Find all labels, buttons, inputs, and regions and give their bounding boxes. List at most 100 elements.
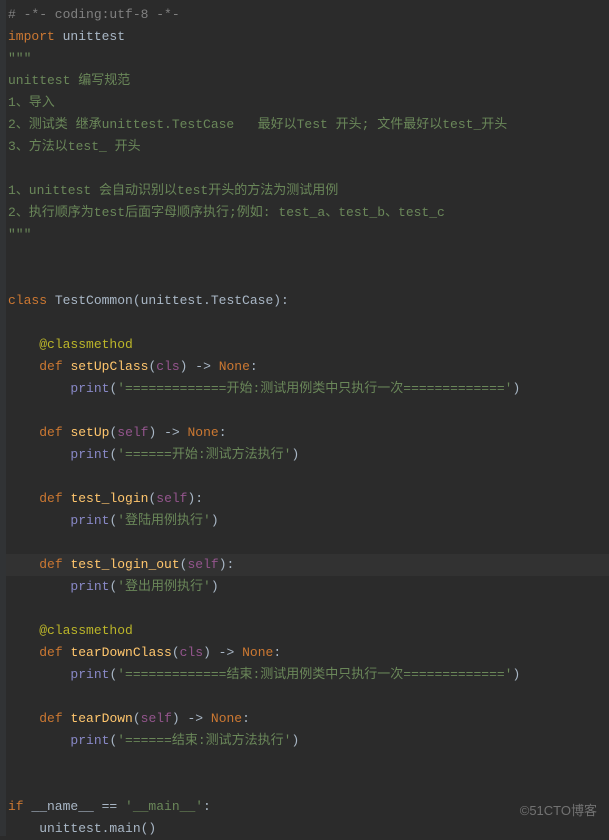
code-line[interactable]: class TestCommon(unittest.TestCase): [6, 290, 609, 312]
code-token: __name__ == [31, 799, 125, 814]
code-line[interactable] [6, 598, 609, 620]
code-token: None [211, 711, 242, 726]
code-token: cls [156, 359, 179, 374]
code-line[interactable]: def setUpClass(cls) -> None: [6, 356, 609, 378]
code-token: ): [187, 491, 203, 506]
code-token: def [39, 359, 70, 374]
code-token: def [39, 645, 70, 660]
code-token: test_login [70, 491, 148, 506]
code-token: ): [219, 557, 235, 572]
code-token: print [70, 579, 109, 594]
code-token: print [70, 447, 109, 462]
code-token: '=============结束:测试用例类中只执行一次============… [117, 667, 512, 682]
code-token: setUp [70, 425, 109, 440]
code-token: ) [211, 513, 219, 528]
code-line[interactable]: def tearDownClass(cls) -> None: [6, 642, 609, 664]
code-token: test_login_out [70, 557, 179, 572]
code-token: 3、方法以test_ 开头 [8, 139, 141, 154]
code-token: 1、导入 [8, 95, 55, 110]
code-token: setUpClass [70, 359, 148, 374]
code-line[interactable]: def test_login_out(self): [6, 554, 609, 576]
code-token: '======开始:测试方法执行' [117, 447, 291, 462]
code-line[interactable]: import unittest [6, 26, 609, 48]
code-line[interactable]: def tearDown(self) -> None: [6, 708, 609, 730]
code-token: """ [8, 227, 31, 242]
code-token: ) [211, 579, 219, 594]
code-token: def [39, 425, 70, 440]
code-line[interactable]: print('登陆用例执行') [6, 510, 609, 532]
code-token: ) [291, 733, 299, 748]
code-token: def [39, 557, 70, 572]
code-line[interactable] [6, 686, 609, 708]
code-token: print [70, 381, 109, 396]
code-token: '登陆用例执行' [117, 513, 211, 528]
code-token: : [250, 359, 258, 374]
code-token: 2、测试类 继承unittest.TestCase 最好以Test 开头; 文件… [8, 117, 507, 132]
code-line[interactable] [6, 400, 609, 422]
code-line[interactable] [6, 774, 609, 796]
code-token: None [242, 645, 273, 660]
code-line[interactable] [6, 312, 609, 334]
code-line[interactable]: unittest 编写规范 [6, 70, 609, 92]
code-token: # -*- coding:utf-8 -*- [8, 7, 180, 22]
code-token: cls [180, 645, 203, 660]
code-token: tearDown [70, 711, 132, 726]
code-line[interactable]: print('=============结束:测试用例类中只执行一次======… [6, 664, 609, 686]
code-editor[interactable]: # -*- coding:utf-8 -*- import unittest """… [6, 0, 609, 840]
code-line[interactable] [6, 752, 609, 774]
code-token: class [8, 293, 55, 308]
code-token: : [203, 799, 211, 814]
code-line[interactable]: unittest.main() [6, 818, 609, 840]
code-token: unittest.main() [39, 821, 156, 836]
code-token: ( [133, 711, 141, 726]
code-line[interactable]: print('======结束:测试方法执行') [6, 730, 609, 752]
code-token: ) [513, 381, 521, 396]
code-line[interactable]: @classmethod [6, 620, 609, 642]
code-line[interactable] [6, 532, 609, 554]
code-token: ) -> [203, 645, 242, 660]
code-token: None [188, 425, 219, 440]
code-line[interactable]: 3、方法以test_ 开头 [6, 136, 609, 158]
code-line[interactable]: 2、执行顺序为test后面字母顺序执行;例如: test_a、test_b、te… [6, 202, 609, 224]
code-line[interactable]: 1、unittest 会自动识别以test开头的方法为测试用例 [6, 180, 609, 202]
code-line[interactable] [6, 268, 609, 290]
code-line[interactable] [6, 466, 609, 488]
code-token: 2、执行顺序为test后面字母顺序执行;例如: test_a、test_b、te… [8, 205, 445, 220]
code-line[interactable]: print('======开始:测试方法执行') [6, 444, 609, 466]
code-token: None [219, 359, 250, 374]
code-line[interactable]: print('登出用例执行') [6, 576, 609, 598]
code-token: self [141, 711, 172, 726]
code-token: 1、unittest 会自动识别以test开头的方法为测试用例 [8, 183, 338, 198]
code-token: self [117, 425, 148, 440]
code-line[interactable] [6, 246, 609, 268]
code-line[interactable]: # -*- coding:utf-8 -*- [6, 4, 609, 26]
code-token: unittest [63, 29, 125, 44]
code-line[interactable]: """ [6, 48, 609, 70]
code-line[interactable]: 1、导入 [6, 92, 609, 114]
code-token: print [70, 667, 109, 682]
code-token: @classmethod [39, 623, 133, 638]
code-token: ) [291, 447, 299, 462]
code-line[interactable]: @classmethod [6, 334, 609, 356]
code-line[interactable]: """ [6, 224, 609, 246]
code-line[interactable]: if __name__ == '__main__': [6, 796, 609, 818]
code-token: ( [172, 645, 180, 660]
code-token: def [39, 491, 70, 506]
code-token: def [39, 711, 70, 726]
code-line[interactable]: 2、测试类 继承unittest.TestCase 最好以Test 开头; 文件… [6, 114, 609, 136]
code-token: '=============开始:测试用例类中只执行一次============… [117, 381, 512, 396]
code-token: print [70, 733, 109, 748]
code-line[interactable]: def setUp(self) -> None: [6, 422, 609, 444]
code-token: print [70, 513, 109, 528]
code-token: ) -> [172, 711, 211, 726]
code-line[interactable]: def test_login(self): [6, 488, 609, 510]
code-line[interactable] [6, 158, 609, 180]
code-token: TestCommon(unittest.TestCase): [55, 293, 289, 308]
code-line[interactable]: print('=============开始:测试用例类中只执行一次======… [6, 378, 609, 400]
code-token: unittest 编写规范 [8, 73, 130, 88]
code-token: tearDownClass [70, 645, 171, 660]
code-token: """ [8, 51, 31, 66]
code-token: '__main__' [125, 799, 203, 814]
code-token: self [187, 557, 218, 572]
code-token: if [8, 799, 31, 814]
